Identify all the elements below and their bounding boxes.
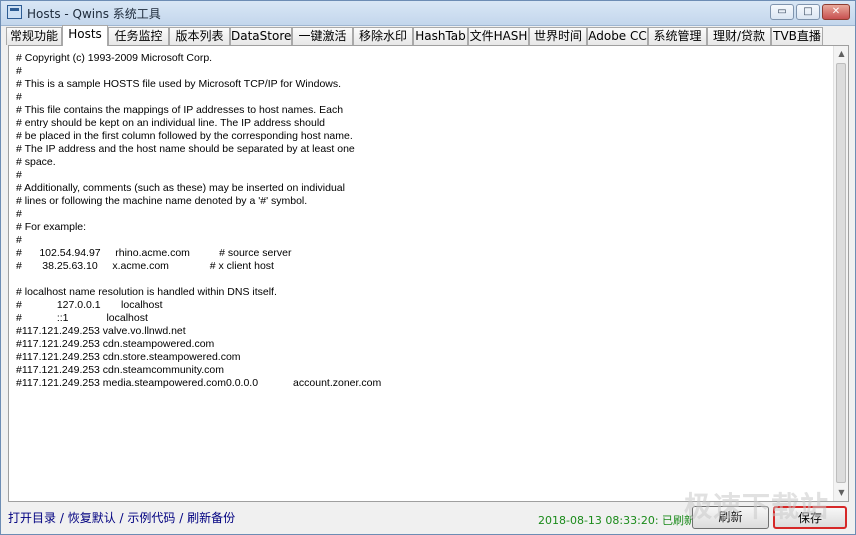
tab-tvb-live[interactable]: TVB直播 — [771, 27, 823, 45]
tab-finance-loan[interactable]: 理财/贷款 — [707, 27, 771, 45]
tab-adobe-cc[interactable]: Adobe CC — [587, 27, 648, 45]
close-button[interactable]: ✕ — [822, 4, 850, 20]
editor-line: # Additionally, comments (such as these)… — [16, 182, 345, 194]
sample-code-link[interactable]: 示例代码 — [127, 511, 175, 525]
save-button[interactable]: 保存 — [773, 506, 847, 529]
maximize-button[interactable]: □ — [796, 4, 820, 20]
editor-line: # — [16, 234, 22, 246]
refresh-backup-link[interactable]: 刷新备份 — [187, 511, 235, 525]
restore-default-link[interactable]: 恢复默认 — [68, 511, 116, 525]
tab-remove-watermark[interactable]: 移除水印 — [353, 27, 413, 45]
editor-line: # — [16, 169, 22, 181]
editor-line: # Copyright (c) 1993-2009 Microsoft Corp… — [16, 52, 213, 64]
tab-general[interactable]: 常规功能 — [6, 27, 62, 45]
editor-line: #117.121.249.253 cdn.steampowered.com — [16, 338, 215, 350]
tab-file-hash[interactable]: 文件HASH — [468, 27, 529, 45]
link-separator: / — [175, 511, 188, 525]
minimize-button[interactable]: ▭ — [770, 4, 794, 20]
vertical-scrollbar[interactable]: ▲ ▼ — [833, 46, 848, 501]
tab-task-monitor[interactable]: 任务监控 — [108, 27, 169, 45]
tab-system-management[interactable]: 系统管理 — [648, 27, 707, 45]
editor-line: #117.121.249.253 valve.vo.llnwd.net — [16, 325, 186, 337]
editor-line: #117.121.249.253 cdn.steamcommunity.com — [16, 364, 224, 376]
editor-line: # space. — [16, 156, 56, 168]
footer-links: 打开目录 / 恢复默认 / 示例代码 / 刷新备份 — [8, 509, 235, 526]
scrollbar-thumb[interactable] — [836, 63, 846, 483]
tab-hashtab[interactable]: HashTab — [413, 27, 468, 45]
tab-version-list[interactable]: 版本列表 — [169, 27, 230, 45]
scroll-up-arrow-icon[interactable]: ▲ — [834, 46, 849, 62]
hosts-editor[interactable]: # Copyright (c) 1993-2009 Microsoft Corp… — [9, 46, 833, 501]
editor-line: #117.121.249.253 cdn.store.steampowered.… — [16, 351, 241, 363]
hosts-editor-frame: # Copyright (c) 1993-2009 Microsoft Corp… — [8, 45, 849, 502]
editor-line: # — [16, 91, 22, 103]
window-title: Hosts - Qwins 系统工具 — [27, 7, 161, 21]
app-window-icon — [7, 5, 22, 19]
editor-line: # For example: — [16, 221, 87, 233]
editor-line: # This is a sample HOSTS file used by Mi… — [16, 78, 342, 90]
editor-line: # be placed in the first column followed… — [16, 130, 353, 142]
refresh-status: 2018-08-13 08:33:20: 已刷新 — [538, 514, 696, 527]
editor-line: # — [16, 208, 22, 220]
tab-strip: 常规功能 Hosts 任务监控 版本列表 DataStore 一键激活 移除水印… — [5, 25, 853, 46]
tab-world-time[interactable]: 世界时间 — [529, 27, 587, 45]
link-separator: / — [56, 511, 68, 525]
editor-line: # This file contains the mappings of IP … — [16, 104, 344, 116]
scroll-down-arrow-icon[interactable]: ▼ — [834, 485, 849, 501]
link-separator: / — [115, 511, 128, 525]
editor-line: # 127.0.0.1 localhost — [16, 299, 163, 311]
editor-line: # 102.54.94.97 rhino.acme.com # source s… — [16, 247, 292, 259]
tab-one-click-activate[interactable]: 一键激活 — [292, 27, 353, 45]
editor-line: # localhost name resolution is handled w… — [16, 286, 277, 298]
tab-hosts[interactable]: Hosts — [62, 25, 108, 46]
editor-line: #117.121.249.253 media.steampowered.com0… — [16, 377, 382, 389]
refresh-button[interactable]: 刷新 — [692, 506, 769, 529]
open-directory-link[interactable]: 打开目录 — [8, 511, 56, 525]
editor-line: # lines or following the machine name de… — [16, 195, 308, 207]
title-bar: Hosts - Qwins 系统工具 ▭ □ ✕ — [1, 1, 855, 26]
app-window: Hosts - Qwins 系统工具 ▭ □ ✕ 常规功能 Hosts 任务监控… — [0, 0, 856, 535]
editor-line: # entry should be kept on an individual … — [16, 117, 325, 129]
editor-line: # ::1 localhost — [16, 312, 148, 324]
editor-line: # The IP address and the host name shoul… — [16, 143, 355, 155]
editor-line: # 38.25.63.10 x.acme.com # x client host — [16, 260, 274, 272]
editor-line: # — [16, 65, 22, 77]
tab-datastore[interactable]: DataStore — [230, 27, 292, 45]
